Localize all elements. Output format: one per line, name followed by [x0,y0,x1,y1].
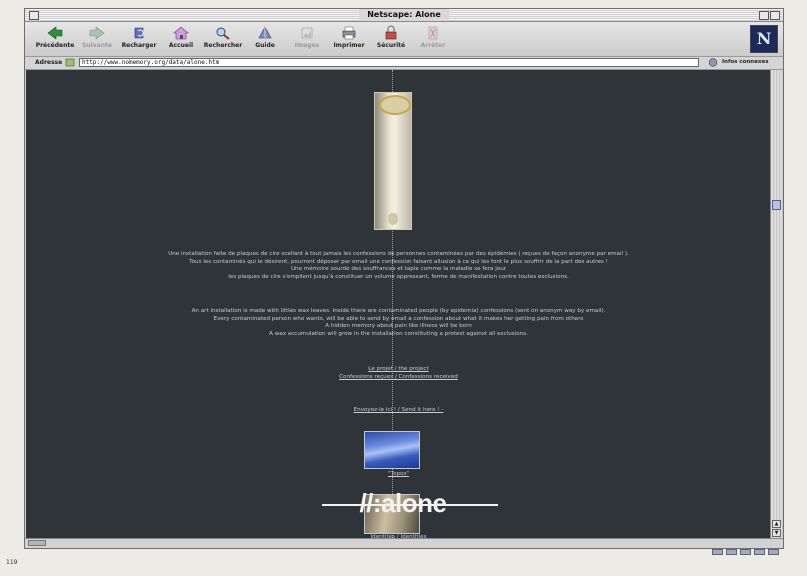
back-button[interactable]: Précédente [33,25,77,54]
guide-icon [258,26,272,39]
stop-icon [428,26,438,40]
confessions-link[interactable]: Confessions reçues / Confessions receive… [339,374,458,380]
home-button[interactable]: Accueil [159,25,203,54]
zoom-box[interactable] [759,11,769,20]
home-icon [173,26,189,40]
back-arrow-icon [47,26,63,40]
lock-icon[interactable] [28,540,46,546]
security-button[interactable]: Sécurité [369,25,413,54]
reload-label: Recharger [121,42,157,49]
component-icons [709,540,779,555]
security-label: Sécurité [376,42,406,49]
close-box[interactable] [29,11,39,20]
scroll-thumb[interactable] [772,200,781,210]
condom-image [374,92,412,230]
alone-logo: //:alone [318,488,498,518]
forward-button[interactable]: Suivante [75,25,119,54]
collapse-box[interactable] [770,11,780,20]
english-description: An art installation is made with littles… [26,308,771,338]
related-icon[interactable] [707,58,719,67]
topos-thumbnail[interactable] [364,431,420,469]
french-line: Une mémoire sourde des souffrances et ta… [290,266,507,273]
scroll-up-arrow[interactable]: ▲ [772,520,781,528]
netscape-logo[interactable]: N [750,25,778,53]
title-bar[interactable]: Netscape: Alone [25,9,783,22]
scroll-down-arrow[interactable]: ▼ [772,529,781,537]
vertical-scrollbar[interactable]: ▲ ▼ [770,70,783,540]
guide-button[interactable]: Guide [243,25,287,54]
home-label: Accueil [168,42,194,49]
print-icon [342,26,356,40]
stop-label: Arrêter [420,42,446,49]
french-line: les plaques de cire s'empilent jusqu'à c… [228,273,569,280]
browser-window: Netscape: Alone Précédente Suivante Rech… [24,8,784,555]
reload-icon [134,27,144,39]
news-icon[interactable] [740,549,751,555]
search-button[interactable]: Rechercher [201,25,245,54]
guide-label: Guide [255,42,275,49]
images-button[interactable]: Images [285,25,329,54]
english-line: An art installation is made with littles… [191,308,606,314]
english-line: A hidden memory about pain like illness … [325,323,472,330]
forward-label: Suivante [82,42,112,49]
condom-tip [388,213,398,225]
topos-link[interactable]: "Topos" [388,471,409,477]
condom-rim [379,95,411,115]
topos-link-row: "Topos" [26,470,771,478]
images-icon [301,27,313,39]
security-icon [385,25,397,40]
location-bar: Adresse http://www.nomemory.org/data/alo… [25,57,783,70]
page-proxy-icon[interactable] [65,58,75,67]
english-line: A wax accumulation will grow in the inst… [269,330,528,337]
french-description: Une installation faite de plaques de cir… [26,251,771,281]
project-link-row: Le projet / the project [26,365,771,373]
images-label: Images [294,42,320,49]
forward-arrow-icon [89,26,105,40]
address-label: Adresse [35,59,63,66]
print-label: Imprimer [333,42,365,49]
french-line: Une installation faite de plaques de cir… [168,251,629,257]
print-button[interactable]: Imprimer [327,25,371,54]
back-label: Précédente [35,42,75,49]
url-field[interactable]: http://www.nomemory.org/data/alone.htm [79,58,699,67]
alone-strikethrough [322,504,498,506]
search-label: Rechercher [203,42,243,49]
window-title: Netscape: Alone [359,9,449,21]
project-link[interactable]: Le projet / the project [368,366,428,372]
composer-icon[interactable] [754,549,765,555]
english-line: Every contaminated person who wants, wil… [213,315,584,322]
status-bar [25,538,783,555]
navigator-icon[interactable] [712,549,723,555]
stop-button[interactable]: Arrêter [411,25,455,54]
page-content: Une installation faite de plaques de cir… [26,70,771,540]
search-icon [216,27,230,40]
send-link[interactable]: Envoyez-le ici ! / Send it here ! - [354,407,444,413]
alone-logo-text: //:alone [359,488,447,518]
mail-icon[interactable] [726,549,737,555]
address-book-icon[interactable] [768,549,779,555]
related-button[interactable]: Infos connexes [722,59,768,65]
send-link-row: Envoyez-le ici ! / Send it here ! - [26,406,771,414]
reload-button[interactable]: Recharger [117,25,161,54]
navigation-toolbar: Précédente Suivante Recharger Accueil Re… [25,22,783,57]
confessions-link-row: Confessions reçues / Confessions receive… [26,373,771,381]
page-number: 119 [6,559,18,566]
